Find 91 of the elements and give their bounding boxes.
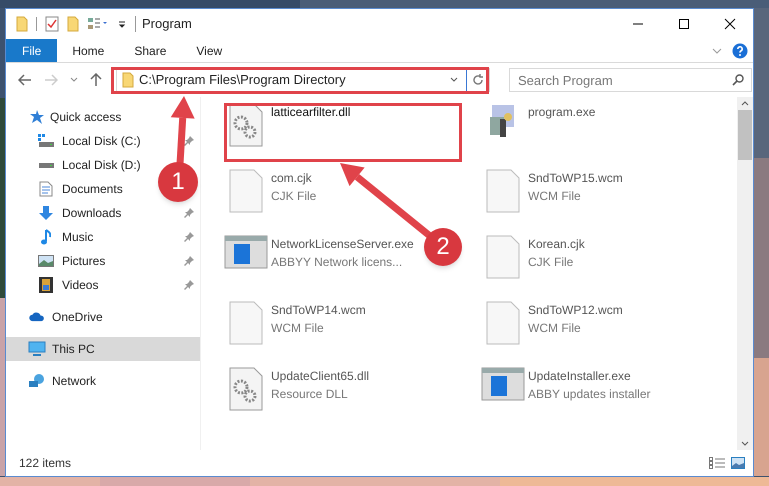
folder-icon — [122, 72, 134, 88]
window-file-icon — [481, 367, 525, 401]
blank-file-icon — [229, 301, 263, 345]
sidebar-item[interactable]: This PC — [6, 337, 200, 361]
file-name[interactable]: UpdateClient65.dll — [271, 367, 370, 385]
sidebar-item[interactable]: Downloads — [6, 201, 128, 225]
sidebar-item[interactable]: Local Disk (D:) — [6, 153, 147, 177]
blank-file-icon — [486, 235, 520, 279]
drive-icon — [38, 134, 54, 148]
document-icon — [39, 181, 53, 197]
scrollbar[interactable] — [737, 97, 753, 450]
drive-icon — [38, 162, 54, 168]
blank-file-icon — [486, 301, 520, 345]
gears-file-icon — [229, 103, 263, 147]
star-icon — [28, 109, 44, 125]
sidebar-item[interactable]: Quick access — [6, 105, 128, 129]
file-type: WCM File — [528, 320, 582, 337]
file-type: CJK File — [528, 254, 574, 271]
file-name[interactable]: NetworkLicenseServer.exe — [271, 235, 414, 253]
download-icon — [39, 206, 53, 220]
scrollbar-thumb[interactable] — [738, 110, 752, 160]
dropdown-icon[interactable] — [450, 77, 458, 83]
sidebar-label: OneDrive — [52, 309, 103, 326]
file-name[interactable]: SndToWP14.wcm — [271, 301, 366, 319]
sidebar-item[interactable]: OneDrive — [6, 305, 109, 329]
network-icon — [28, 374, 46, 388]
cloud-icon — [28, 312, 46, 322]
file-name[interactable]: SndToWP15.wcm — [528, 169, 623, 187]
sidebar-item[interactable]: Documents — [6, 177, 129, 201]
sidebar-label: Documents — [62, 181, 123, 198]
file-type: CJK File — [271, 188, 316, 205]
file-type: ABBYY Network licens... — [271, 254, 404, 271]
sidebar-item[interactable]: Local Disk (C:) — [6, 129, 147, 153]
file-type: ABBY updates installer — [528, 386, 651, 403]
file-name[interactable]: latticearfilter.dll — [271, 103, 350, 121]
sidebar-item[interactable]: Network — [6, 369, 102, 393]
file-name[interactable]: SndToWP12.wcm — [528, 301, 623, 319]
arrow — [170, 96, 195, 164]
help-icon[interactable] — [732, 42, 748, 58]
sidebar-item[interactable]: Pictures — [6, 249, 112, 273]
blank-file-icon — [486, 169, 520, 213]
expand-ribbon-icon[interactable] — [712, 48, 722, 54]
maximize-icon[interactable] — [678, 18, 690, 30]
search-field[interactable]: Search Program — [509, 68, 752, 92]
back-button[interactable] — [18, 74, 32, 86]
view-options-icon[interactable] — [87, 17, 109, 31]
scroll-up-icon[interactable] — [741, 101, 749, 106]
file-type: WCM File — [528, 188, 582, 205]
refresh-icon[interactable] — [472, 74, 484, 86]
address-path: C:\Program Files\Program Directory — [139, 71, 346, 90]
search-icon[interactable] — [732, 74, 744, 86]
sidebar-label: Quick access — [50, 109, 122, 126]
sidebar-label: Local Disk (C:) — [62, 133, 141, 150]
recent-locations-button[interactable] — [70, 77, 78, 83]
music-note-icon — [41, 229, 51, 245]
properties-icon[interactable] — [45, 16, 59, 32]
sidebar-label: Network — [52, 373, 96, 390]
file-type: Resource DLL — [271, 386, 349, 403]
film-icon — [39, 277, 53, 293]
sidebar-label: Downloads — [62, 205, 122, 222]
window-title: Program — [142, 15, 192, 34]
file-type: WCM File — [271, 320, 325, 337]
ribbon-tab[interactable]: File — [6, 39, 58, 62]
close-icon[interactable] — [724, 18, 736, 30]
gears-file-icon — [229, 367, 263, 411]
file-name[interactable]: UpdateInstaller.exe — [528, 367, 651, 385]
blank-file-icon — [229, 169, 263, 213]
address-bar[interactable]: C:\Program Files\Program Directory — [116, 68, 490, 92]
landscape-icon — [38, 255, 54, 267]
up-button[interactable] — [90, 73, 102, 87]
sidebar-label: Pictures — [62, 253, 106, 270]
ribbon-tab[interactable]: View — [181, 39, 238, 62]
sidebar-item[interactable]: Videos — [6, 273, 104, 297]
ribbon-tab[interactable]: Home — [57, 39, 120, 62]
thumbnails-view-icon[interactable] — [731, 457, 745, 469]
sidebar-label: Videos — [62, 277, 98, 294]
window-file-icon — [224, 235, 268, 269]
customize-toolbar-icon[interactable] — [117, 19, 127, 29]
ribbon-tab[interactable]: Share — [119, 39, 182, 62]
sidebar-label: Music — [62, 229, 94, 246]
sidebar-item[interactable]: Music — [6, 225, 100, 249]
computer-icon — [28, 341, 46, 357]
scroll-down-icon[interactable] — [741, 441, 749, 446]
item-count: 122 items — [19, 455, 72, 472]
sidebar-label: Local Disk (D:) — [62, 157, 141, 174]
minimize-icon[interactable] — [632, 23, 644, 25]
sidebar-label: This PC — [52, 341, 95, 358]
file-name[interactable]: Korean.cjk — [528, 235, 585, 253]
details-view-icon[interactable] — [709, 457, 725, 469]
file-name[interactable]: program.exe — [528, 103, 596, 121]
file-name[interactable]: com.cjk — [271, 169, 316, 187]
